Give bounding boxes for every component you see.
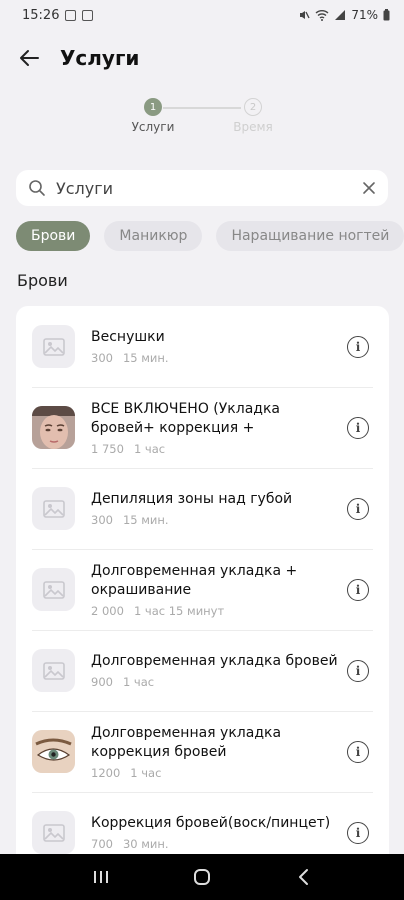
list-item[interactable]: Депиляция зоны над губой 300 15 мин. i	[16, 468, 389, 549]
category-chips: Брови Маникюр Наращивание ногтей	[0, 221, 404, 251]
service-name: Долговременная укладка коррекция бровей	[91, 724, 282, 760]
app-header: Услуги	[0, 30, 404, 86]
list-item[interactable]: Долговременная укладка бровей 900 1 час …	[16, 630, 389, 711]
info-icon[interactable]: i	[347, 335, 369, 358]
search-input[interactable]	[56, 178, 352, 198]
recent-apps-button[interactable]	[81, 862, 121, 892]
chip-brows[interactable]: Брови	[16, 221, 91, 251]
step-services[interactable]: 1 Услуги	[123, 98, 183, 134]
image-placeholder-icon	[32, 649, 75, 692]
service-name: Депиляция зоны над губой	[91, 491, 293, 507]
search-icon	[29, 180, 45, 196]
service-price: 900	[91, 675, 113, 689]
service-price: 1200	[91, 765, 121, 780]
service-name: Долговременная укладка бровей	[91, 653, 338, 669]
step-number: 1	[144, 98, 162, 116]
close-icon	[363, 182, 375, 194]
status-time: 15:26	[22, 7, 60, 23]
list-item[interactable]: ВСЕ ВКЛЮЧЕНО (Укладка бровей+ коррекция …	[16, 387, 389, 468]
search-box	[16, 170, 388, 206]
recent-apps-icon	[93, 871, 108, 883]
service-price: 700	[91, 837, 113, 851]
section-title: Брови	[17, 271, 68, 290]
services-list: Веснушки 300 15 мин. i ВСЕ ВКЛЮЧЕНО (Укл…	[16, 306, 389, 866]
page-title: Услуги	[60, 46, 140, 70]
chevron-left-icon	[299, 869, 309, 885]
chip-nail-extension[interactable]: Наращивание ногтей	[216, 221, 404, 251]
step-time: 2 Время	[223, 98, 283, 134]
wifi-icon	[315, 10, 329, 21]
service-duration: 30 мин.	[122, 837, 169, 851]
step-label: Услуги	[131, 120, 175, 134]
image-placeholder-icon	[32, 487, 75, 530]
list-item[interactable]: Веснушки 300 15 мин. i	[16, 306, 389, 387]
clear-search-button[interactable]	[362, 181, 376, 195]
service-name: ВСЕ ВКЛЮЧЕНО (Укладка бровей+ коррекция …	[91, 400, 280, 436]
info-icon[interactable]: i	[347, 740, 369, 763]
service-price: 1 750	[91, 441, 124, 456]
home-button[interactable]	[182, 862, 222, 892]
info-icon[interactable]: i	[347, 497, 369, 520]
home-icon	[193, 869, 210, 885]
back-button[interactable]	[16, 45, 42, 71]
step-label: Время	[233, 120, 273, 134]
chip-manicure[interactable]: Маникюр	[104, 221, 203, 251]
service-name: Веснушки	[91, 329, 165, 345]
service-duration: 1 час	[130, 765, 162, 780]
mute-icon	[300, 11, 310, 19]
system-back-button[interactable]	[283, 862, 323, 892]
service-duration: 15 мин.	[122, 351, 169, 365]
list-item[interactable]: Долговременная укладка коррекция бровей …	[16, 711, 389, 792]
booking-stepper: 1 Услуги 2 Время	[0, 94, 404, 154]
battery-level: 71%	[351, 8, 378, 22]
service-duration: 1 час	[133, 441, 166, 456]
service-name: Коррекция бровей(воск/пинцет)	[91, 815, 331, 831]
image-placeholder-icon	[32, 325, 75, 368]
list-item[interactable]: Долговременная укладка + окрашивание 2 0…	[16, 549, 389, 630]
signal-icon	[335, 10, 346, 20]
service-price: 2 000	[91, 603, 124, 618]
service-duration: 1 час	[122, 675, 155, 689]
battery-icon	[383, 9, 390, 21]
status-bar: 15:26 71%	[0, 0, 404, 30]
service-price: 300	[91, 513, 113, 527]
service-price: 300	[91, 351, 113, 365]
system-nav-bar	[0, 854, 404, 900]
service-duration: 15 мин.	[122, 513, 169, 527]
info-icon[interactable]: i	[347, 416, 369, 439]
service-duration: 1 час 15 минут	[133, 603, 225, 618]
info-icon[interactable]: i	[347, 578, 369, 601]
arrow-left-icon	[20, 50, 39, 66]
service-name: Долговременная укладка + окрашивание	[91, 562, 298, 598]
info-icon[interactable]: i	[347, 821, 369, 844]
notification-icon	[65, 9, 77, 21]
eye-photo	[32, 730, 75, 773]
image-placeholder-icon	[32, 811, 75, 854]
gallery-icon	[82, 9, 94, 21]
face-photo	[32, 406, 75, 449]
info-icon[interactable]: i	[347, 659, 369, 682]
step-number: 2	[244, 98, 262, 116]
image-placeholder-icon	[32, 568, 75, 611]
